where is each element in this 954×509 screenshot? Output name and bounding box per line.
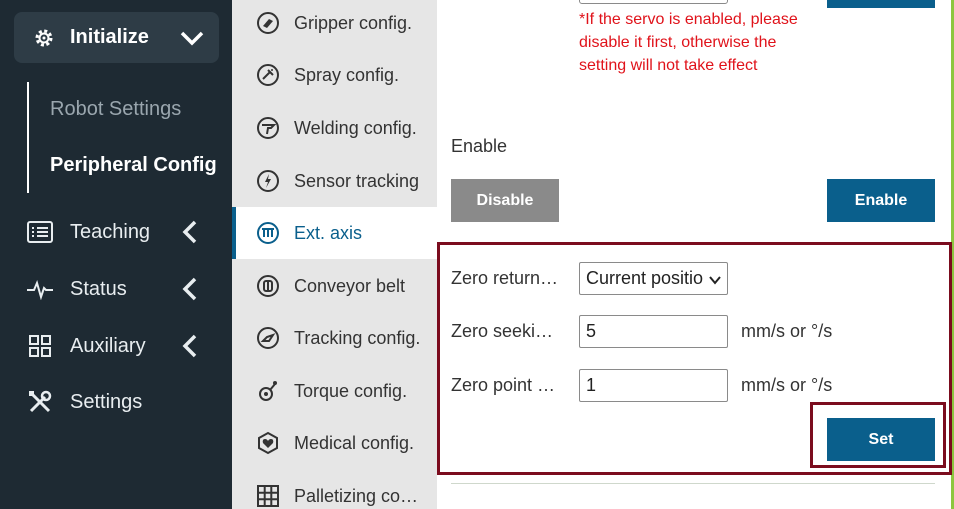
sidebar: Initialize Robot Settings Peripheral Con…	[0, 0, 232, 509]
sidebar-item-peripheral-config[interactable]: Peripheral Config	[50, 154, 217, 177]
zero-seek-speed-unit: mm/s or °/s	[741, 321, 833, 341]
menu-item-conveyor-belt[interactable]: Conveyor belt	[232, 260, 437, 312]
chevron-down-icon	[179, 25, 205, 56]
tools-icon	[26, 388, 54, 416]
welding-icon	[256, 116, 280, 140]
menu-item-spray-config[interactable]: Spray config.	[232, 49, 437, 101]
zero-seek-speed-input[interactable]: 5	[579, 315, 728, 348]
list-icon	[26, 218, 54, 246]
chevron-left-icon	[182, 334, 198, 363]
menu-item-label: Palletizing co…	[294, 485, 419, 506]
sidebar-item-settings[interactable]: Settings	[26, 387, 216, 417]
medical-icon	[256, 431, 280, 455]
sidebar-item-status[interactable]: Status	[26, 274, 216, 304]
sidebar-item-teaching[interactable]: Teaching	[26, 217, 216, 247]
menu-item-welding-config[interactable]: Welding config.	[232, 102, 437, 154]
tracking-icon	[256, 326, 280, 350]
menu-item-sensor-tracking[interactable]: Sensor tracking	[232, 155, 437, 207]
servo-warning-text: *If the servo is enabled, please disable…	[579, 11, 798, 74]
menu-item-gripper-config[interactable]: Gripper config.	[232, 0, 437, 49]
partial-top-button[interactable]	[827, 0, 935, 8]
sidebar-item-label: Status	[70, 277, 127, 300]
section-divider	[451, 483, 935, 484]
spray-icon	[256, 63, 280, 87]
sidebar-item-label: Settings	[70, 390, 143, 413]
zero-point-speed-label: Zero point …	[451, 375, 556, 395]
menu-item-label: Sensor tracking	[294, 170, 420, 191]
zero-point-speed-unit: mm/s or °/s	[741, 375, 833, 395]
menu-item-ext-axis[interactable]: Ext. axis	[232, 207, 437, 259]
sidebar-item-label: Auxiliary	[70, 334, 146, 357]
zero-return-label: Zero return…	[451, 268, 559, 288]
menu-item-label: Torque config.	[294, 380, 408, 401]
menu-item-palletizing-config[interactable]: Palletizing co…	[232, 470, 437, 509]
initialize-label: Initialize	[70, 26, 149, 48]
sensor-icon	[256, 169, 280, 193]
menu-item-label: Ext. axis	[294, 222, 363, 243]
menu-item-tracking-config[interactable]: Tracking config.	[232, 312, 437, 364]
chevron-down-icon	[708, 271, 722, 292]
submenu-indicator-line	[27, 82, 29, 193]
sidebar-item-robot-settings[interactable]: Robot Settings	[50, 98, 181, 121]
initialize-menu[interactable]: Initialize	[14, 12, 219, 63]
set-button[interactable]: Set	[827, 418, 935, 461]
menu-item-label: Gripper config.	[294, 12, 413, 33]
conveyor-icon	[256, 274, 280, 298]
sidebar-item-auxiliary[interactable]: Auxiliary	[26, 331, 216, 361]
menu-item-label: Welding config.	[294, 117, 417, 138]
menu-item-label: Medical config.	[294, 432, 415, 453]
zero-return-select[interactable]: Current positio	[579, 262, 728, 295]
menu-item-torque-config[interactable]: Torque config.	[232, 365, 437, 417]
zero-return-selected-value: Current positio	[586, 268, 704, 288]
zero-point-speed-input[interactable]: 1	[579, 369, 728, 402]
zero-seek-speed-label: Zero seeki…	[451, 321, 554, 341]
sidebar-item-label: Teaching	[70, 220, 151, 243]
ext-axis-icon	[256, 221, 280, 245]
disable-button[interactable]: Disable	[451, 179, 559, 222]
gear-icon	[30, 24, 58, 52]
enable-button[interactable]: Enable	[827, 179, 935, 222]
torque-icon	[256, 379, 280, 403]
partial-input-field[interactable]	[579, 0, 728, 4]
grid-icon	[26, 332, 54, 360]
menu-item-label: Spray config.	[294, 64, 400, 85]
menu-item-label: Conveyor belt	[294, 275, 406, 296]
menu-item-medical-config[interactable]: Medical config.	[232, 417, 437, 469]
pulse-icon	[26, 275, 54, 303]
chevron-left-icon	[182, 277, 198, 306]
gripper-icon	[256, 11, 280, 35]
ext-axis-panel: *If the servo is enabled, please disable…	[437, 0, 954, 509]
chevron-left-icon	[182, 220, 198, 249]
palletizing-icon	[256, 484, 280, 508]
peripheral-config-menu: Gripper config. Spray config. Welding co…	[232, 0, 437, 509]
menu-item-label: Tracking config.	[294, 327, 421, 348]
enable-section-label: Enable	[451, 136, 508, 156]
